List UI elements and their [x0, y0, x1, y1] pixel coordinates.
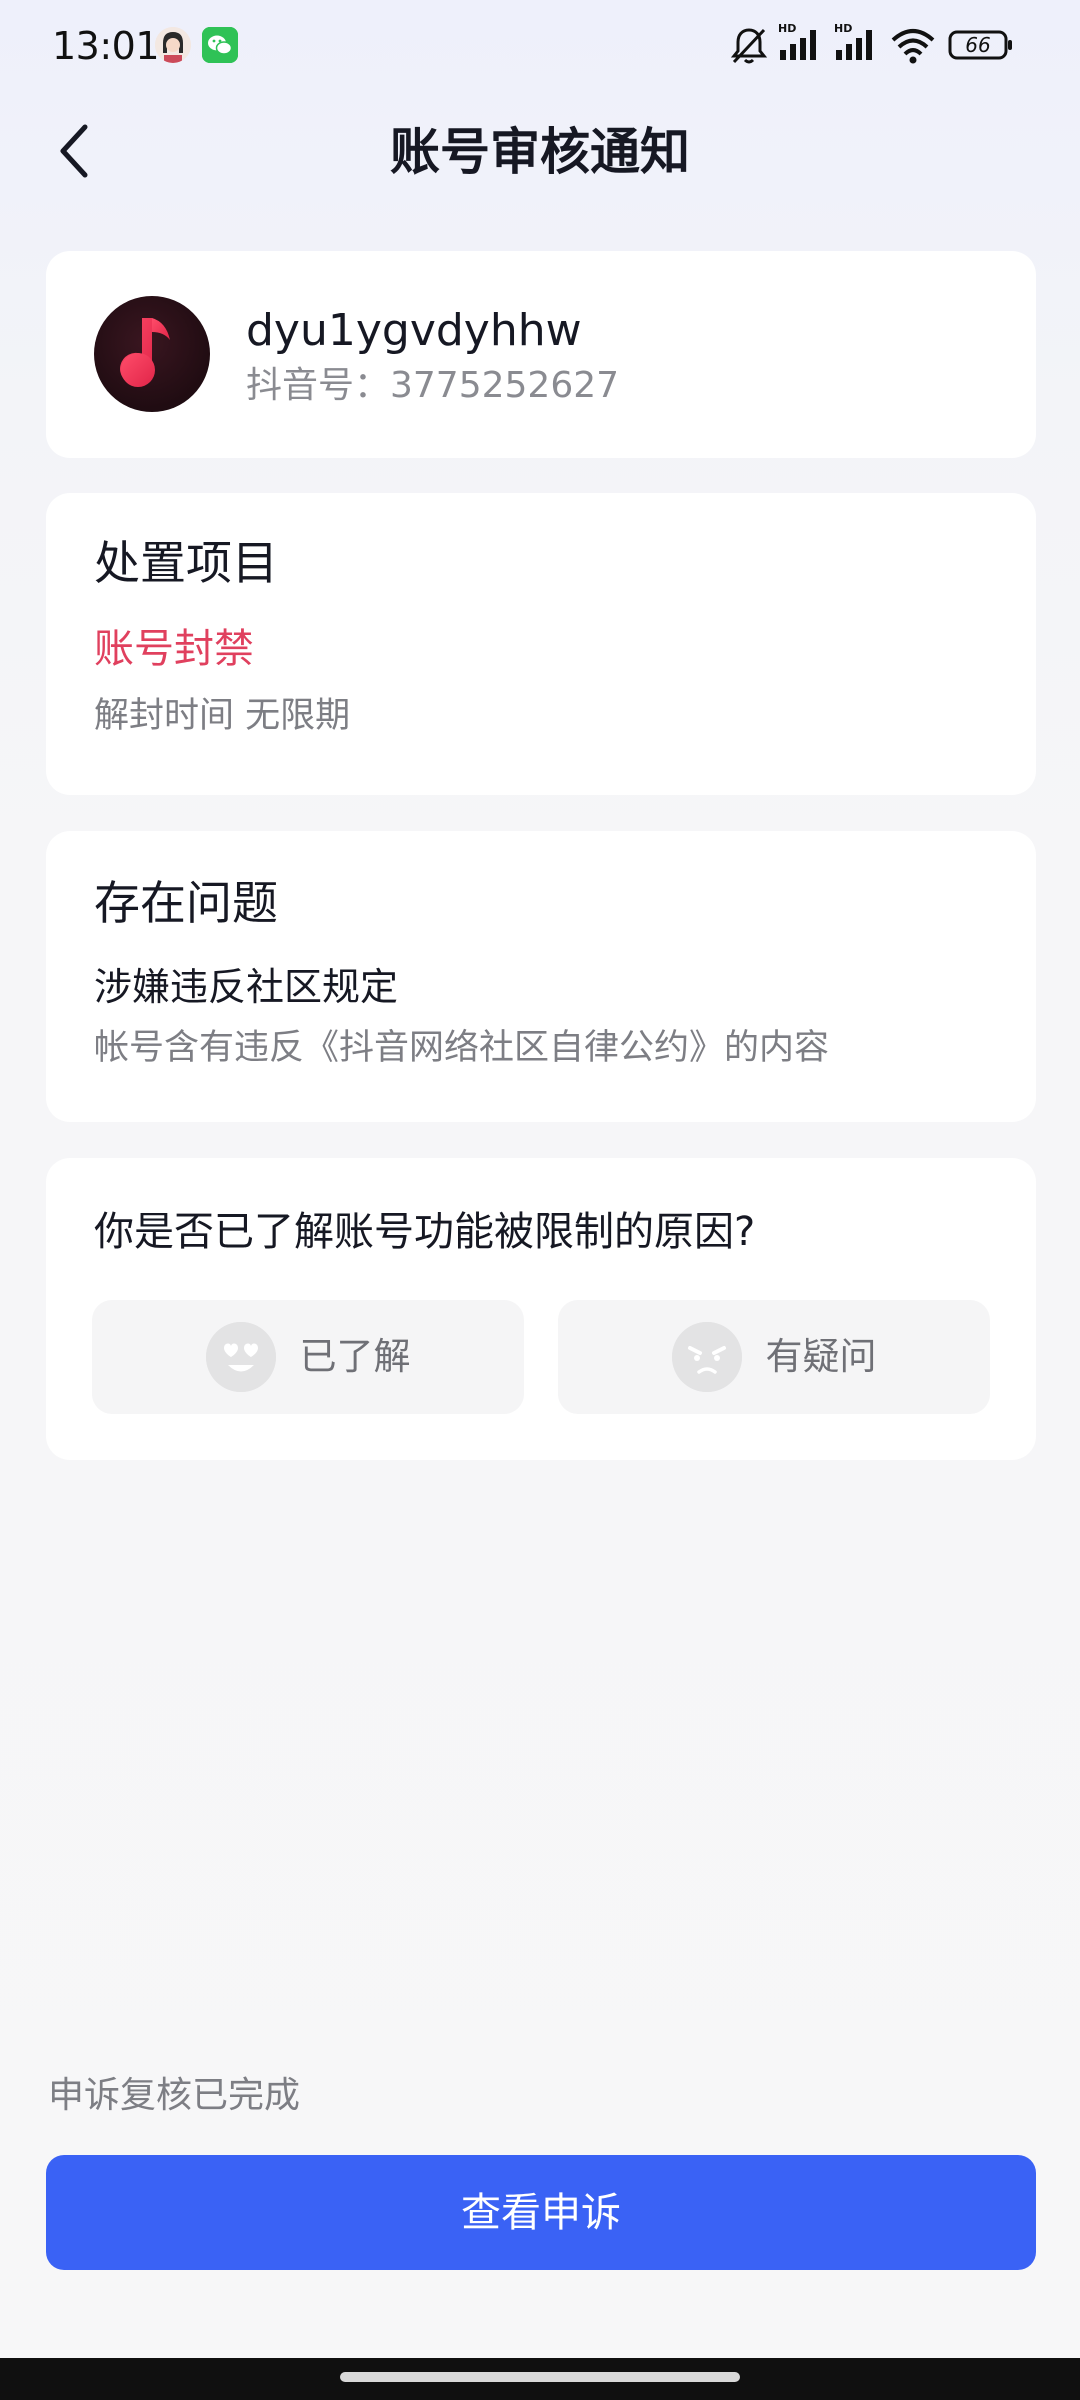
problem-heading: 存在问题 [94, 876, 278, 930]
unban-time: 解封时间 无限期 [94, 696, 351, 736]
heart-eyes-emoji-icon [205, 1322, 276, 1392]
user-douyin-id: 抖音号：3775252627 [246, 365, 620, 406]
wechat-notification-icon [202, 27, 238, 63]
cellular-signal-1-icon: HD [778, 22, 824, 68]
home-indicator[interactable] [340, 2372, 740, 2382]
frowning-emoji-icon [671, 1322, 742, 1392]
wifi-icon [890, 26, 936, 70]
problem-card: 存在问题 涉嫌违反社区规定 帐号含有违反《抖音网络社区自律公约》的内容 [46, 831, 1036, 1122]
status-bar: 13:01 HD HD 66 [0, 0, 1080, 92]
action-heading: 处置项目 [94, 536, 278, 590]
understood-button[interactable]: 已了解 [92, 1300, 524, 1414]
silent-bell-icon [730, 26, 768, 70]
appeal-status: 申诉复核已完成 [48, 2075, 301, 2116]
music-note-icon [120, 318, 170, 387]
hd-label-1: HD [778, 22, 797, 35]
user-card: dyu1ygvdyhhw 抖音号：3775252627 [46, 251, 1036, 458]
action-card: 处置项目 账号封禁 解封时间 无限期 [46, 493, 1036, 795]
have-question-label: 有疑问 [765, 1335, 877, 1378]
view-appeal-label: 查看申诉 [461, 2189, 621, 2236]
page-title: 账号审核通知 [390, 123, 690, 181]
problem-title: 涉嫌违反社区规定 [94, 965, 399, 1009]
battery-level: 66 [965, 33, 991, 57]
battery-icon: 66 [948, 30, 1014, 64]
app-notification-avatar-icon [155, 27, 191, 63]
hd-label-2: HD [834, 22, 853, 35]
have-question-button[interactable]: 有疑问 [558, 1300, 990, 1414]
user-avatar [94, 296, 210, 412]
understood-label: 已了解 [299, 1335, 411, 1378]
feedback-card: 你是否已了解账号功能被限制的原因? 已了解 有疑问 [46, 1158, 1036, 1460]
user-name: dyu1ygvdyhhw [246, 305, 582, 356]
feedback-question: 你是否已了解账号功能被限制的原因? [94, 1209, 756, 1255]
status-time: 13:01 [52, 24, 160, 68]
action-value: 账号封禁 [94, 626, 254, 672]
problem-description: 帐号含有违反《抖音网络社区自律公约》的内容 [94, 1028, 830, 1068]
nav-bar: 账号审核通知 [0, 100, 1080, 206]
view-appeal-button[interactable]: 查看申诉 [46, 2155, 1036, 2270]
cellular-signal-2-icon: HD [834, 22, 880, 68]
